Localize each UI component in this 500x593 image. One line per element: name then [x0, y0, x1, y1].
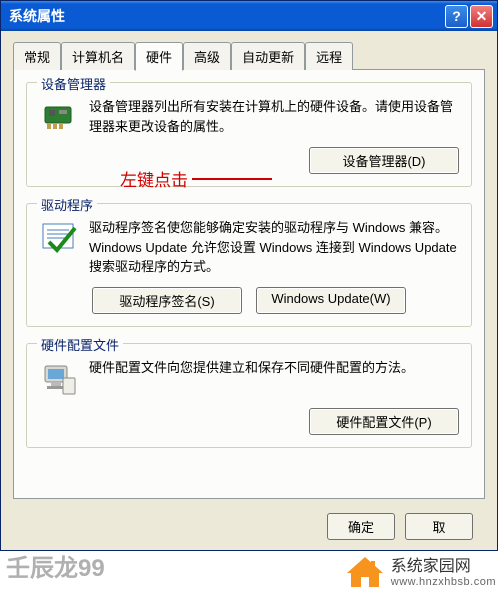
tab-advanced[interactable]: 高级	[183, 42, 231, 70]
hwprofile-desc: 硬件配置文件向您提供建立和保存不同硬件配置的方法。	[89, 358, 459, 398]
ok-button[interactable]: 确定	[327, 513, 395, 540]
device-manager-button[interactable]: 设备管理器(D)	[309, 147, 459, 174]
tab-auto-update[interactable]: 自动更新	[231, 42, 305, 70]
windows-update-button[interactable]: Windows Update(W)	[256, 287, 406, 314]
group-title-hwprofile: 硬件配置文件	[37, 335, 123, 354]
pci-card-icon	[39, 97, 79, 137]
tab-remote[interactable]: 远程	[305, 42, 353, 70]
driver-signing-icon	[39, 218, 79, 258]
cancel-button[interactable]: 取	[405, 513, 473, 540]
house-icon	[345, 555, 385, 591]
group-driver: 驱动程序 驱动程序签名使您能够确定安装的驱动程序与 Windows 兼容。Win…	[26, 203, 472, 327]
tabstrip: 常规 计算机名 硬件 高级 自动更新 远程	[13, 42, 485, 70]
driver-desc: 驱动程序签名使您能够确定安装的驱动程序与 Windows 兼容。Windows …	[89, 218, 459, 277]
help-button[interactable]: ?	[445, 5, 468, 28]
tab-computer-name[interactable]: 计算机名	[61, 42, 135, 70]
annotation-left-click: 左键点击	[120, 166, 272, 191]
close-button[interactable]: ✕	[470, 5, 493, 28]
window-title: 系统属性	[9, 6, 65, 26]
hardware-profiles-button[interactable]: 硬件配置文件(P)	[309, 408, 459, 435]
group-title-driver: 驱动程序	[37, 195, 97, 214]
annotation-text: 左键点击	[120, 166, 188, 191]
system-properties-window: 系统属性 ? ✕ 常规 计算机名 硬件 高级 自动更新 远程 设备管理器	[0, 0, 498, 551]
tab-hardware[interactable]: 硬件	[135, 42, 183, 71]
watermark-site: 系统家园网 www.hnzxhbsb.com	[345, 555, 496, 591]
driver-signing-button[interactable]: 驱动程序签名(S)	[92, 287, 242, 314]
tab-page-hardware: 设备管理器 设备管理器列出所有安装在计算机上的硬件设备。请使用设备管理器来更改设…	[13, 69, 485, 499]
watermark-url: www.hnzxhbsb.com	[391, 576, 496, 588]
titlebar-buttons: ? ✕	[445, 5, 493, 28]
devmgr-desc: 设备管理器列出所有安装在计算机上的硬件设备。请使用设备管理器来更改设备的属性。	[89, 97, 459, 137]
hardware-profile-icon	[39, 358, 79, 398]
dialog-button-row: 确定 取	[1, 507, 497, 550]
dialog-body: 常规 计算机名 硬件 高级 自动更新 远程 设备管理器	[1, 31, 497, 507]
group-hw-profiles: 硬件配置文件 硬件配置文件向您提供建立和保存不同硬件配置的方法。	[26, 343, 472, 448]
watermark-author: 壬辰龙99	[6, 548, 105, 583]
watermark-title: 系统家园网	[391, 558, 496, 576]
tab-general[interactable]: 常规	[13, 42, 61, 70]
annotation-arrow-line	[192, 178, 272, 180]
group-title-devmgr: 设备管理器	[37, 74, 110, 93]
titlebar[interactable]: 系统属性 ? ✕	[1, 1, 497, 31]
